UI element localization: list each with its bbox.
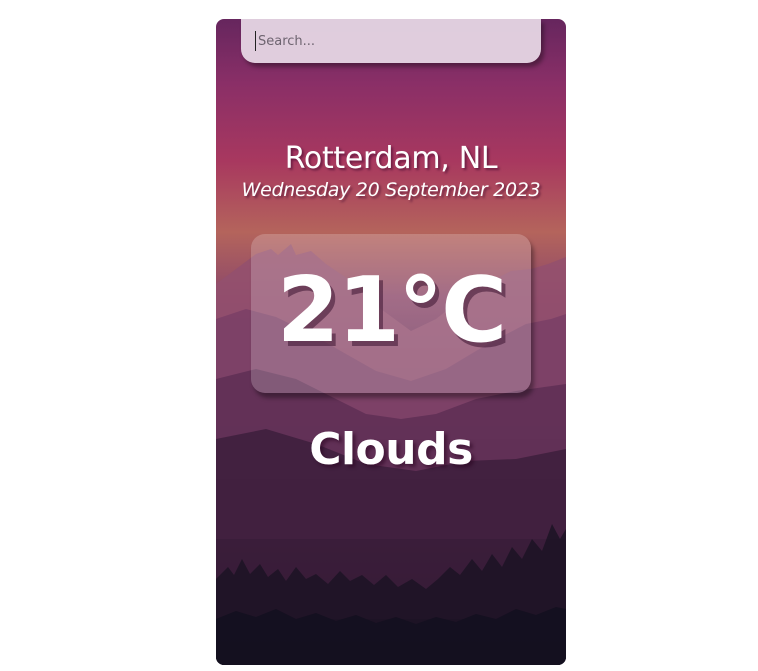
search-input[interactable]: [255, 31, 528, 51]
search-bar: [241, 19, 541, 63]
temperature-value: 21°C: [276, 258, 507, 363]
current-date: Wednesday 20 September 2023: [241, 179, 541, 201]
weather-app: Rotterdam, NL Wednesday 20 September 202…: [216, 19, 566, 665]
location-name: Rotterdam, NL: [284, 141, 498, 176]
temperature-card: 21°C: [251, 234, 531, 393]
weather-condition: Clouds: [309, 424, 473, 475]
